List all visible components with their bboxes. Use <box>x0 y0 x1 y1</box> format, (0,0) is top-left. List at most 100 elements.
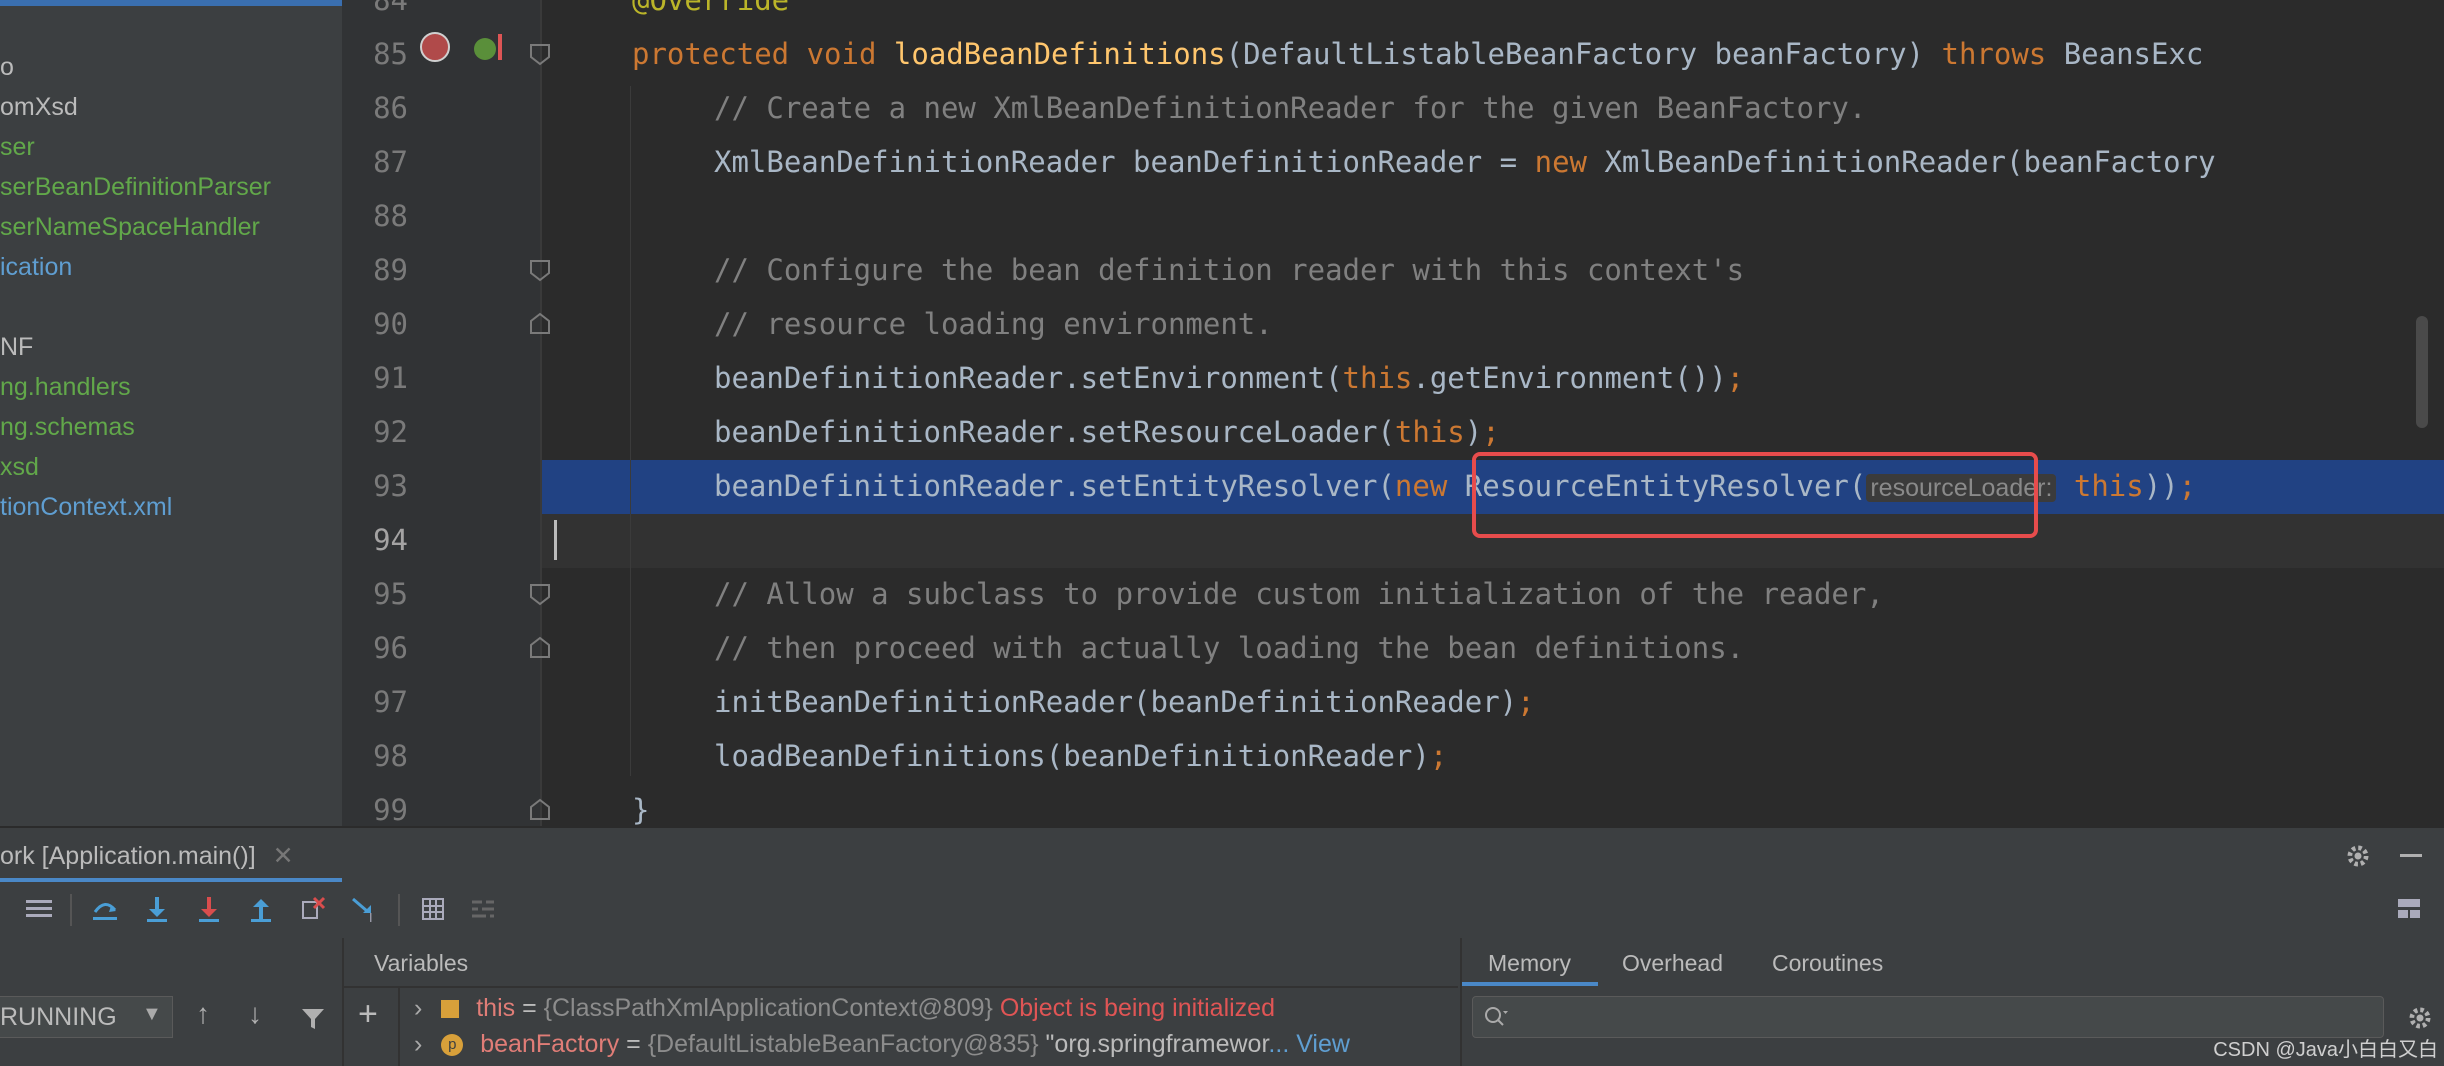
code-line-86[interactable]: // Create a new XmlBeanDefinitionReader … <box>714 81 1866 135</box>
view-link[interactable]: ... View <box>1268 1030 1350 1058</box>
tree-item[interactable]: ser <box>0 132 35 162</box>
tree-item[interactable]: xsd <box>0 452 39 482</box>
frames-list-icon[interactable] <box>22 892 56 926</box>
line-number: 98 <box>373 739 408 773</box>
equals-sign: = <box>515 994 544 1022</box>
next-frame-icon[interactable]: ↓ <box>248 998 262 1030</box>
annotation-highlight-box <box>1472 452 2038 538</box>
line-number: 97 <box>373 685 408 719</box>
tree-item[interactable]: o <box>0 52 14 82</box>
line-number: 93 <box>373 469 408 503</box>
tree-item[interactable]: omXsd <box>0 92 78 122</box>
vars-left-border <box>398 988 400 1066</box>
field-icon <box>441 1000 460 1019</box>
variable-string: "org.springframewor <box>1038 1030 1269 1058</box>
code-line-92[interactable]: beanDefinitionReader.setResourceLoader(t… <box>714 405 1500 459</box>
fold-marker-icon[interactable] <box>528 258 552 282</box>
drop-frame-icon[interactable] <box>296 892 330 926</box>
debug-session-tab[interactable]: ork [Application.main()] ✕ <box>0 828 314 884</box>
memory-search-input[interactable] <box>1472 996 2384 1038</box>
code-line-89[interactable]: // Configure the bean definition reader … <box>714 243 1744 297</box>
variable-value: {DefaultListableBeanFactory@835} <box>647 1030 1039 1058</box>
code-text: beanDefinitionReader.setEnvironment( <box>714 361 1343 395</box>
tree-item[interactable]: serNameSpaceHandler <box>0 212 260 242</box>
code-text: XmlBeanDefinitionReader beanDefinitionRe… <box>714 145 1535 179</box>
tab-memory[interactable]: Memory <box>1488 950 1571 977</box>
variable-row[interactable]: › p beanFactory = {DefaultListableBeanFa… <box>414 1026 1350 1062</box>
fold-marker-icon[interactable] <box>528 582 552 606</box>
semicolon: ; <box>1517 685 1535 719</box>
code-text: initBeanDefinitionReader(beanDefinitionR… <box>714 685 1518 719</box>
editor-scrollbar[interactable] <box>2416 316 2428 428</box>
tab-selected-underline <box>1462 982 1598 986</box>
tree-item[interactable]: ication <box>0 252 72 282</box>
variable-status: Object is being initialized <box>992 994 1275 1022</box>
add-watch-icon[interactable]: + <box>358 994 378 1034</box>
thread-state: RUNNING <box>0 1003 117 1031</box>
variable-name: beanFactory <box>480 1030 620 1058</box>
trace-stream-icon[interactable] <box>466 892 500 926</box>
line-number: 86 <box>373 91 408 125</box>
filter-icon[interactable] <box>300 1006 326 1032</box>
code-line-87[interactable]: XmlBeanDefinitionReader beanDefinitionRe… <box>714 135 2216 189</box>
step-out-icon[interactable] <box>244 892 278 926</box>
line-number: 87 <box>373 145 408 179</box>
line-number: 92 <box>373 415 408 449</box>
line-number: 94 <box>373 523 408 557</box>
fold-marker-icon[interactable] <box>528 42 552 66</box>
vars-top-border <box>344 986 1458 988</box>
override-method-icon[interactable] <box>420 32 450 62</box>
force-step-into-icon[interactable] <box>192 892 226 926</box>
tab-coroutines[interactable]: Coroutines <box>1772 950 1883 977</box>
line-number: 96 <box>373 631 408 665</box>
step-over-icon[interactable] <box>88 892 122 926</box>
fold-end-marker-icon[interactable] <box>528 312 552 336</box>
semicolon: ; <box>1482 415 1500 449</box>
code-text: beanDefinitionReader.setResourceLoader( <box>714 415 1395 449</box>
debug-content: RUNNING ▼ ↑ ↓ Variables + › this = {Clas… <box>0 938 2444 1066</box>
previous-frame-icon[interactable]: ↑ <box>196 998 210 1030</box>
semicolon: ; <box>1429 739 1448 773</box>
code-line-96[interactable]: // then proceed with actually loading th… <box>714 621 1744 675</box>
implemented-method-icon[interactable] <box>474 38 496 60</box>
variable-row[interactable]: › this = {ClassPathXmlApplicationContext… <box>414 990 1275 1026</box>
minimize-icon[interactable] <box>2400 854 2422 857</box>
close-icon[interactable]: ✕ <box>273 842 294 870</box>
code-line-91[interactable]: beanDefinitionReader.setEnvironment(this… <box>714 351 1744 405</box>
semicolon: ; <box>2178 469 2197 503</box>
gear-icon[interactable] <box>2344 842 2372 870</box>
evaluate-expression-icon[interactable] <box>416 892 450 926</box>
tab-overhead[interactable]: Overhead <box>1622 950 1723 977</box>
code-line-85[interactable]: protected void loadBeanDefinitions(Defau… <box>632 27 2203 81</box>
expand-arrow-icon[interactable]: › <box>414 1030 422 1058</box>
line-number: 84 <box>373 0 408 17</box>
tree-item[interactable]: ng.schemas <box>0 412 135 442</box>
code-line-90[interactable]: // resource loading environment. <box>714 297 1273 351</box>
parameter-icon: p <box>441 1034 464 1057</box>
method-name: loadBeanDefinitions <box>893 37 1226 71</box>
toolbar-separator <box>398 894 400 926</box>
fold-end-marker-icon[interactable] <box>528 798 552 822</box>
tree-item[interactable]: ng.handlers <box>0 372 131 402</box>
thread-selector[interactable]: RUNNING ▼ <box>0 996 173 1038</box>
fold-end-marker-icon[interactable] <box>528 636 552 660</box>
watermark: CSDN @Java小白白又白 <box>2213 1039 2438 1061</box>
code-line-97[interactable]: initBeanDefinitionReader(beanDefinitionR… <box>714 675 1535 729</box>
variable-value: {ClassPathXmlApplicationContext@809} <box>543 994 993 1022</box>
memory-settings-gear-icon[interactable] <box>2406 1004 2434 1032</box>
layout-settings-icon[interactable] <box>2392 892 2426 926</box>
keyword: throws <box>1941 37 2064 71</box>
expand-arrow-icon[interactable]: › <box>414 994 422 1022</box>
tree-item[interactable]: NF <box>0 332 33 362</box>
code-line-84[interactable]: @Override <box>632 0 789 27</box>
run-to-cursor-icon[interactable]: I <box>348 892 382 926</box>
tree-item[interactable]: serBeanDefinitionParser <box>0 172 271 202</box>
tree-item[interactable]: tionContext.xml <box>0 492 172 522</box>
code-line-95[interactable]: // Allow a subclass to provide custom in… <box>714 567 1884 621</box>
line-number: 90 <box>373 307 408 341</box>
line-number: 88 <box>373 199 408 233</box>
up-arrow-icon <box>498 34 502 60</box>
code-line-98[interactable]: loadBeanDefinitions(beanDefinitionReader… <box>714 729 1447 783</box>
step-into-icon[interactable] <box>140 892 174 926</box>
keyword: new <box>1534 145 1605 179</box>
